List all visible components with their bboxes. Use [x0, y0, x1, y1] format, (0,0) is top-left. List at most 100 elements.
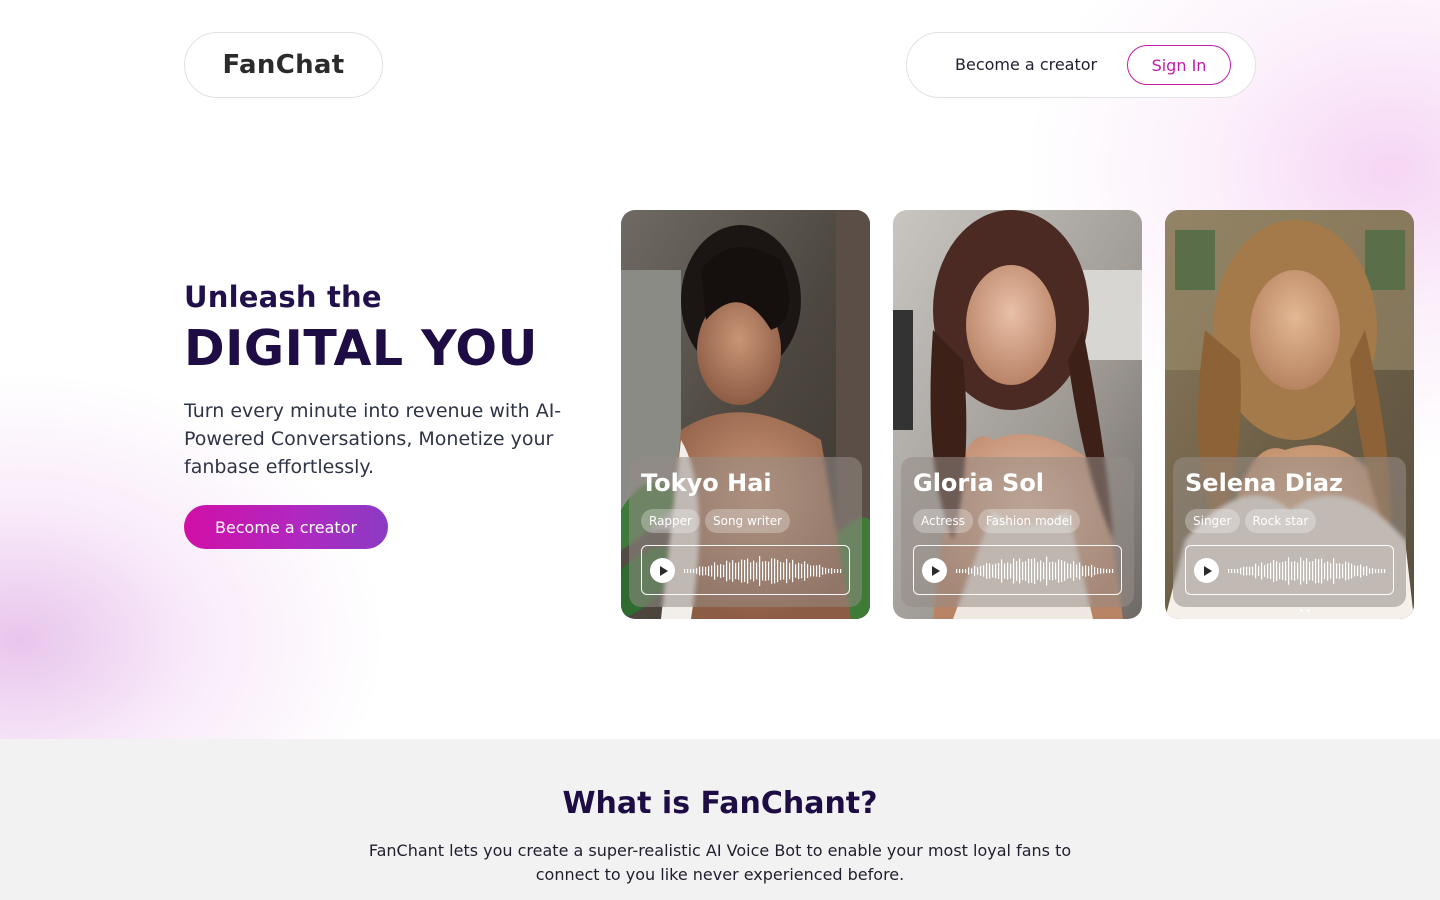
waveform-bar: [989, 563, 991, 579]
tag: Singer: [1185, 509, 1240, 533]
waveform-bar: [1109, 569, 1111, 573]
waveform-bar: [705, 566, 707, 576]
waveform-bar: [1046, 556, 1048, 586]
waveform-bar: [1285, 561, 1287, 581]
waveform-bar: [983, 565, 985, 577]
waveform-bar: [735, 562, 737, 580]
play-icon[interactable]: [650, 558, 675, 583]
waveform-bar: [717, 565, 719, 577]
waveform-bar: [744, 559, 746, 583]
waveform-bar: [834, 569, 836, 573]
waveform-bar: [699, 566, 701, 576]
waveform-bar: [1079, 562, 1081, 580]
waveform-bar: [774, 558, 776, 584]
waveform-bar: [998, 562, 1000, 580]
waveform-bar: [1112, 569, 1114, 573]
waveform-bar: [1097, 567, 1099, 575]
waveform-bar: [1339, 563, 1341, 579]
carousel-dots: [1300, 609, 1310, 612]
waveform-bar: [780, 561, 782, 581]
waveform-bar: [765, 561, 767, 581]
tag: Song writer: [704, 509, 791, 533]
waveform-bar: [1378, 568, 1380, 574]
waveform-bar: [1294, 561, 1296, 581]
waveform-bar: [1082, 566, 1084, 576]
creator-card-selena-diaz[interactable]: Selena Diaz Singer Rock star: [1165, 210, 1414, 619]
waveform-bar: [1013, 558, 1015, 584]
waveform-bar: [1103, 568, 1105, 574]
waveform-bar: [995, 563, 997, 579]
waveform-bar: [1043, 562, 1045, 580]
waveform-bar: [798, 562, 800, 580]
waveform-bar: [1106, 568, 1108, 574]
waveform-bar: [714, 562, 716, 580]
waveform-bar: [1249, 566, 1251, 576]
waveform-bar: [1264, 565, 1266, 577]
waveform-bar: [1034, 558, 1036, 584]
carousel-dot[interactable]: [1300, 609, 1303, 612]
waveform-bar: [840, 569, 842, 573]
waveform-bar: [723, 564, 725, 578]
waveform-bar: [825, 567, 827, 575]
play-icon[interactable]: [1194, 558, 1219, 583]
tag: Actress: [913, 509, 973, 533]
waveform-bar: [1088, 566, 1090, 576]
waveform-bar: [980, 566, 982, 576]
waveform-bar: [1243, 566, 1245, 576]
waveform-bar: [992, 564, 994, 578]
waveform-bar: [1312, 561, 1314, 581]
voice-sample-player: [913, 545, 1122, 595]
waveform-bar: [1258, 565, 1260, 577]
waveform-bar: [1049, 562, 1051, 580]
creator-tags: Actress Fashion model: [913, 509, 1081, 533]
waveform-bar: [1333, 558, 1335, 584]
waveform-bar: [1010, 563, 1012, 579]
waveform-bar: [708, 566, 710, 576]
waveform-icon: [956, 556, 1114, 586]
waveform-bar: [1001, 559, 1003, 583]
waveform-bar: [726, 560, 728, 582]
waveform-bar: [756, 562, 758, 580]
waveform-bar: [1306, 557, 1308, 585]
tag: Fashion model: [977, 509, 1081, 533]
creator-tags: Singer Rock star: [1185, 509, 1317, 533]
waveform-bar: [1324, 562, 1326, 580]
waveform-bar: [729, 562, 731, 580]
logo[interactable]: FanChat: [184, 32, 383, 98]
creator-card-tokyo-hai[interactable]: Tokyo Hai Rapper Song writer: [621, 210, 870, 619]
voice-sample-player: [1185, 545, 1394, 595]
become-creator-link[interactable]: Become a creator: [955, 33, 1097, 97]
waveform-bar: [795, 564, 797, 578]
waveform-bar: [819, 564, 821, 578]
waveform-bar: [962, 569, 964, 573]
waveform-bar: [810, 565, 812, 577]
become-creator-button[interactable]: Become a creator: [184, 505, 388, 549]
waveform-bar: [822, 567, 824, 575]
waveform-bar: [971, 568, 973, 574]
waveform-bar: [1327, 561, 1329, 581]
waveform-bar: [1228, 569, 1230, 573]
hero-title: DIGITAL YOU: [184, 320, 538, 377]
waveform-bar: [1318, 559, 1320, 583]
waveform-bar: [1315, 558, 1317, 584]
waveform-bar: [690, 569, 692, 573]
waveform-bar: [1255, 563, 1257, 579]
creator-card-gloria-sol[interactable]: Gloria Sol Actress Fashion model: [893, 210, 1142, 619]
carousel-dot[interactable]: [1307, 609, 1310, 612]
waveform-bar: [1064, 561, 1066, 581]
waveform-bar: [762, 561, 764, 581]
waveform-bar: [1282, 561, 1284, 581]
play-icon[interactable]: [922, 558, 947, 583]
waveform-bar: [804, 561, 806, 581]
sign-in-button[interactable]: Sign In: [1127, 45, 1231, 85]
waveform-bar: [977, 567, 979, 575]
waveform-bar: [738, 562, 740, 580]
waveform-bar: [1055, 562, 1057, 580]
waveform-bar: [1348, 562, 1350, 580]
waveform-bar: [1276, 561, 1278, 581]
waveform-bar: [1291, 562, 1293, 580]
waveform-bar: [1357, 565, 1359, 577]
waveform-bar: [747, 558, 749, 584]
waveform-bar: [1345, 561, 1347, 581]
waveform-bar: [1273, 560, 1275, 582]
